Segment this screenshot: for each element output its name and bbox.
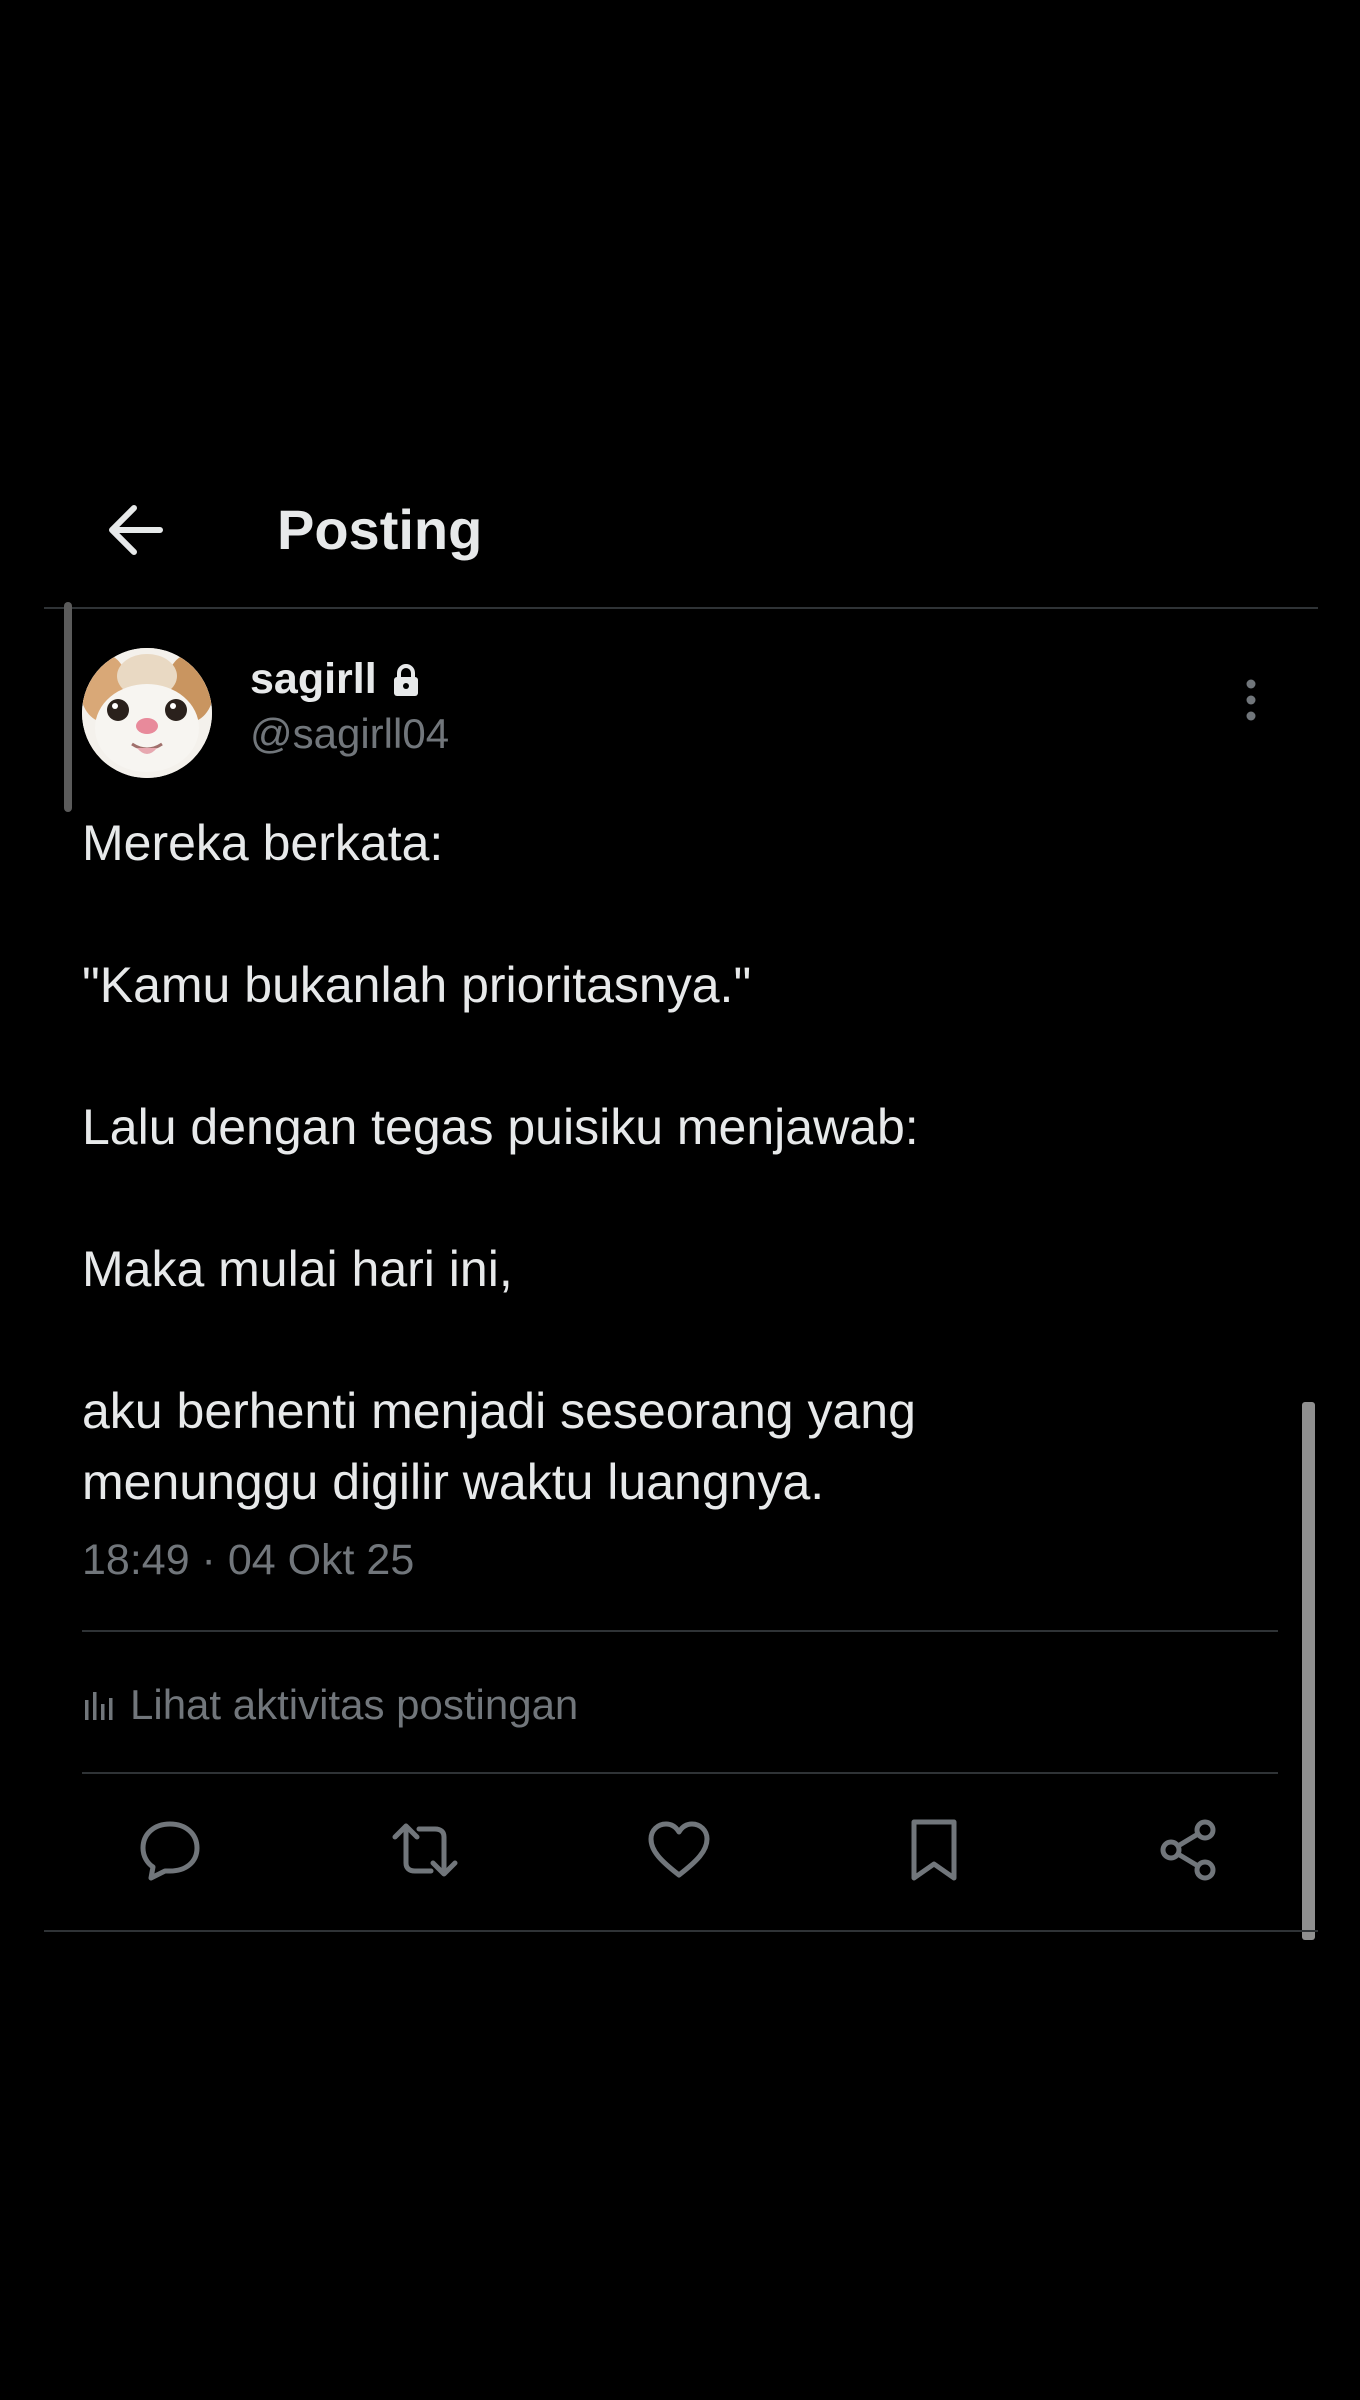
top-app-bar: Posting (0, 470, 1360, 610)
post-line: menunggu digilir waktu luangnya. (82, 1454, 825, 1510)
analytics-bar-icon (85, 1692, 113, 1720)
repost-icon (392, 1823, 458, 1877)
avatar[interactable] (82, 648, 212, 778)
header-divider (44, 607, 1318, 609)
scroll-indicator-left (64, 602, 72, 812)
activity-label: Lihat aktivitas postingan (130, 1681, 579, 1728)
post-timestamp[interactable]: 18:49 · 04 Okt 25 (82, 1536, 414, 1585)
like-icon (648, 1821, 710, 1878)
post-line: aku berhenti menjadi seseorang yang (82, 1383, 916, 1439)
post-line: Mereka berkata: (82, 815, 444, 871)
cat-face-avatar (82, 648, 212, 778)
arrow-left-icon (109, 505, 163, 555)
more-vertical-icon (1246, 679, 1256, 721)
post-line: Lalu dengan tegas puisiku menjawab: (82, 1099, 919, 1155)
repost-button[interactable] (385, 1810, 465, 1890)
share-icon (1160, 1819, 1216, 1881)
share-button[interactable] (1148, 1810, 1228, 1890)
author-name-row: sagirll (250, 655, 421, 704)
lock-icon (393, 663, 418, 696)
view-post-activity-link[interactable]: Lihat aktivitas postingan (82, 1675, 578, 1735)
bookmark-icon (911, 1819, 957, 1881)
author-handle[interactable]: @sagirll04 (250, 710, 449, 758)
bookmark-button[interactable] (894, 1810, 974, 1890)
divider (82, 1772, 1278, 1774)
divider (44, 1930, 1318, 1932)
divider (82, 1630, 1278, 1632)
post-line: Maka mulai hari ini, (82, 1241, 513, 1297)
more-options-button[interactable] (1230, 670, 1272, 730)
author-name[interactable]: sagirll (250, 655, 377, 704)
post-line: "Kamu bukanlah prioritasnya." (82, 957, 752, 1013)
page-title: Posting (277, 498, 483, 561)
post-action-bar (82, 1810, 1278, 1890)
scrollbar-thumb[interactable] (1302, 1402, 1315, 1940)
post-text: Mereka berkata: "Kamu bukanlah prioritas… (82, 808, 1282, 1518)
reply-icon (140, 1821, 200, 1881)
like-button[interactable] (639, 1810, 719, 1890)
back-button[interactable] (90, 490, 180, 570)
reply-button[interactable] (130, 1810, 210, 1890)
